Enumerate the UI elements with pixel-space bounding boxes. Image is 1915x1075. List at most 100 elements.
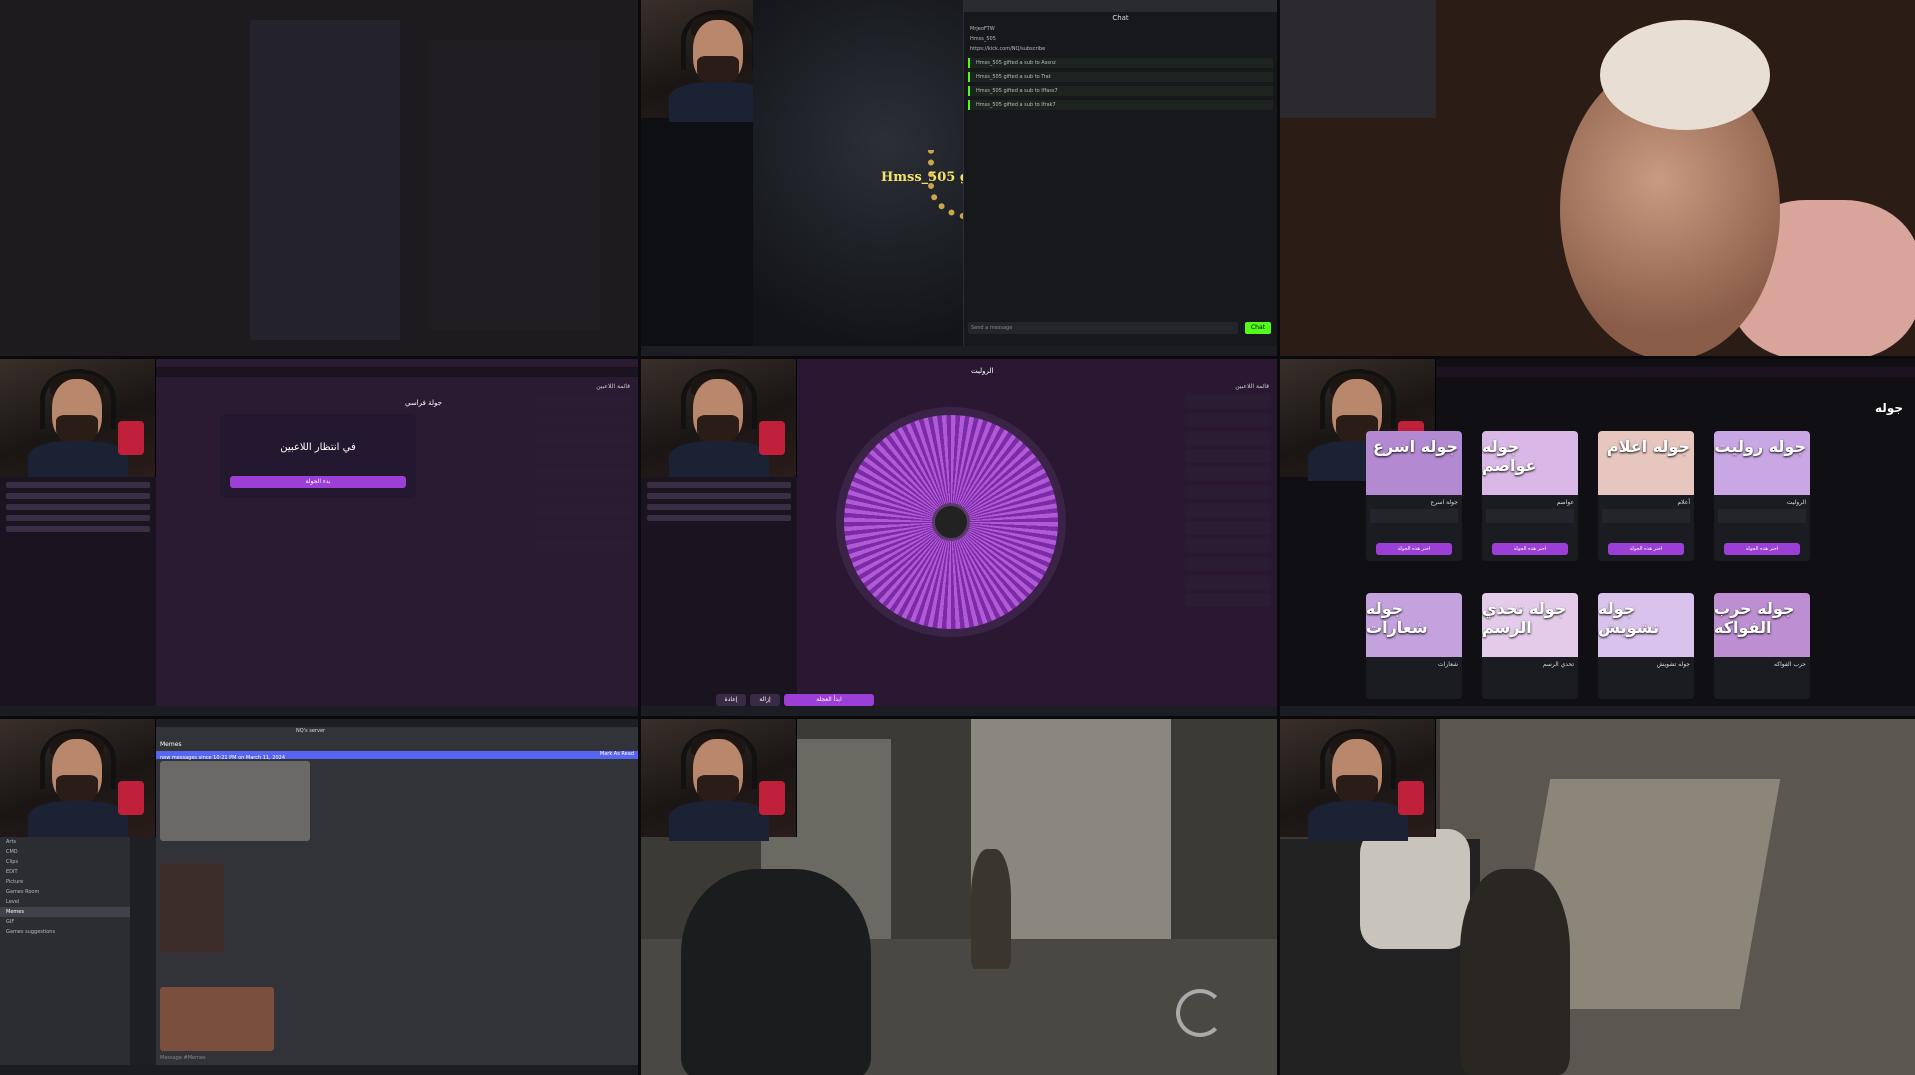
chat-message: Hmss_505 gifted a sub to Assnz [968,58,1273,68]
game-card[interactable]: جوله شعارات شعارات [1366,593,1462,699]
body-shape [669,801,769,841]
player-row[interactable] [534,539,632,553]
game-card-title: جوله شعارات [1366,599,1428,637]
tarp-shape [1360,829,1470,949]
browser-tabbar[interactable] [1436,367,1915,377]
discord-main: NQ's server Memes new messages since 10:… [156,727,638,1065]
channel-item-active[interactable]: Memes [0,907,130,917]
ammo-gauge-icon [1176,989,1224,1037]
enemy-character [971,849,1011,969]
message-input[interactable]: Message #Memes [160,1055,206,1061]
channel-item[interactable]: Picture [0,877,130,887]
image-embed[interactable] [160,863,224,953]
players-list [1185,395,1271,611]
players-list [534,395,632,557]
player-row[interactable] [1185,431,1271,445]
player-row[interactable] [1185,467,1271,481]
channel-item[interactable]: EDIT [0,867,130,877]
channel-item[interactable]: Games suggestions [0,927,130,937]
player-row[interactable] [1185,521,1271,535]
player-row[interactable] [534,485,632,499]
browser-tabbar[interactable] [964,0,1277,12]
send-message-input[interactable]: Send a message [968,322,1238,334]
player-row[interactable] [1185,557,1271,571]
game-card[interactable]: جوله اسرع جولة اسرع اختر هذه الجولة [1366,431,1462,561]
game-card[interactable]: جوله اعلام أعلام اختر هذه الجولة [1598,431,1694,561]
game-card-name: شعارات [1438,661,1458,668]
chat-title: Chat [1112,14,1129,22]
tile-discord: NQ's server Memes new messages since 10:… [0,719,638,1075]
taskbar [641,706,1277,716]
player-row[interactable] [534,413,632,427]
game-card[interactable]: جوله عواصم عواصم اختر هذه الجولة [1482,431,1578,561]
tile-film-scene [1280,0,1915,356]
chat-gift-user[interactable]: Hmss_505 [964,34,1277,44]
game-card[interactable]: جوله تحدي الرسم تحدي الرسم [1482,593,1578,699]
player-row[interactable] [1185,395,1271,409]
tile-wheel: الروليت قائمة اللاعبين إعادة إزالة ابدأ … [641,359,1277,716]
video-embed[interactable] [160,761,310,841]
chat-message [6,515,150,521]
player-row[interactable] [534,503,632,517]
body-shape [28,801,128,841]
chat-header-user[interactable]: MrjeoFTW [964,24,1277,34]
remove-button[interactable]: إزالة [750,694,780,706]
browser-tabbar[interactable] [156,367,638,377]
player-row[interactable] [1185,503,1271,517]
game-card[interactable]: جوله تشويش جوله تشويش [1598,593,1694,699]
chat-message [6,482,150,488]
taskbar [1280,706,1915,716]
player-row[interactable] [534,467,632,481]
new-messages-banner[interactable]: new messages since 10:21 PM on March 11,… [156,751,638,761]
roulette-wheel[interactable] [836,407,1066,637]
channel-item[interactable]: Clips [0,857,130,867]
game-card-image: جوله اعلام [1598,431,1694,495]
player-row[interactable] [1185,413,1271,427]
image-embed[interactable] [160,987,274,1051]
game-card[interactable]: جوله حرب الفواكه حرب الفواكه [1714,593,1810,699]
mark-as-read-link[interactable]: Mark As Read [600,751,634,757]
game-card[interactable]: جوله روليت الروليت اختر هذه الجولة [1714,431,1810,561]
player-row[interactable] [1185,539,1271,553]
choose-round-button[interactable]: اختر هذه الجولة [1492,543,1568,555]
game-card-name: جولة اسرع [1430,499,1458,506]
channel-item[interactable]: Arts [0,837,130,847]
player-row[interactable] [534,431,632,445]
tile-chat-poster: Hmss_505 gifted 5 sub(s)! Chat MrjeoFTW … [641,0,1277,356]
panel-title: الروليت [971,367,994,375]
player-row[interactable] [534,521,632,535]
game-card-image: جوله تحدي الرسم [1482,593,1578,657]
game-card-title: جوله حرب الفواكه [1714,599,1795,637]
choose-round-button[interactable]: اختر هذه الجولة [1376,543,1452,555]
panel-title: جولة فراسي [405,399,442,407]
player-row[interactable] [1185,575,1271,589]
game-card-description [1486,509,1574,523]
channel-item[interactable]: Games Room [0,887,130,897]
shelf-shape [430,40,600,330]
game-card-title: جوله اعلام [1606,437,1690,456]
game-card-image: جوله روليت [1714,431,1810,495]
chat-message: Hmss_505 gifted a sub to Trat [968,72,1273,82]
channel-item[interactable]: CMD [0,847,130,857]
side-chat [0,477,156,706]
webcam-overlay [1280,719,1436,841]
choose-round-button[interactable]: اختر هذه الجولة [1724,543,1800,555]
player-row[interactable] [534,395,632,409]
player-row[interactable] [534,449,632,463]
player-row[interactable] [1185,593,1271,607]
chat-send-button[interactable]: Chat [1245,322,1271,334]
body-shape [669,441,769,481]
game-card-title: جوله روليت [1714,437,1806,456]
chat-link[interactable]: https://kick.com/NQ/subscribe [964,44,1277,54]
reset-button[interactable]: إعادة [716,694,746,706]
player-row[interactable] [1185,449,1271,463]
channel-item[interactable]: Level [0,897,130,907]
channel-item[interactable]: GIF [0,917,130,927]
body-shape [1308,801,1408,841]
game-card-name: الروليت [1786,499,1806,506]
player-row[interactable] [1185,485,1271,499]
spin-wheel-button[interactable]: ابدأ العجلة [784,694,874,706]
start-round-button[interactable]: بدء الجولة [230,476,406,488]
choose-round-button[interactable]: اختر هذه الجولة [1608,543,1684,555]
taskbar [641,346,1277,356]
